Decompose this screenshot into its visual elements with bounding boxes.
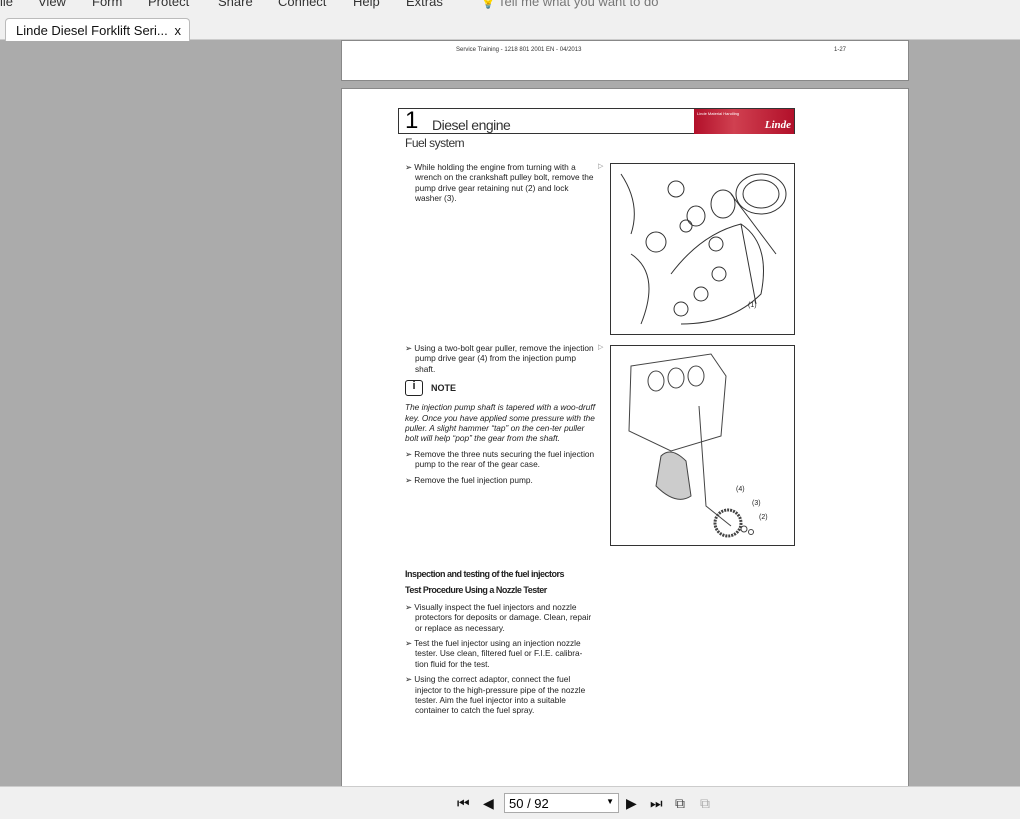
engine-figure-2: (4) (3) (2) — [610, 345, 795, 546]
step: ➢ Using a two-bolt gear puller, remove t… — [405, 343, 594, 374]
menu-file[interactable]: File — [0, 0, 13, 9]
figure-callout: (1) — [748, 302, 757, 309]
close-tab-icon[interactable]: x — [175, 23, 182, 38]
previous-page: Service Training - 1218 801 2001 EN - 04… — [341, 40, 909, 81]
lightbulb-icon: 💡 — [480, 0, 497, 9]
page-number: 1-27 — [833, 47, 846, 53]
menu-help[interactable]: Help — [353, 0, 380, 9]
menu-share[interactable]: Share — [218, 0, 253, 9]
arrow-icon: ▷ — [598, 344, 604, 351]
logo-text: Linde — [764, 119, 791, 131]
next-page-icon[interactable]: ▶ — [626, 795, 637, 812]
linde-logo: Linde Material Handling Linde — [694, 109, 794, 134]
chapter-number: 1 — [405, 107, 419, 134]
previous-view-icon[interactable]: ⧉ — [675, 795, 685, 812]
arrow-icon: ▷ — [598, 163, 604, 170]
tab-bar: Linde Diesel Forklift Seri... x — [0, 15, 1020, 41]
first-page-icon[interactable]: ⏮ — [457, 795, 470, 812]
figure-callout: (3) — [752, 500, 761, 507]
page-navigation-bar: ⏮ ◀ 50 / 92 ▼ ▶ ⏭ ⧉ ⧉ — [0, 786, 1020, 819]
menu-view[interactable]: View — [38, 0, 66, 9]
step: ➢ Remove the fuel injection pump. — [405, 474, 533, 485]
chevron-down-icon[interactable]: ▼ — [606, 797, 614, 806]
menu-bar: File View Form Protect Share Connect Hel… — [0, 0, 1020, 15]
page-footer-text: Service Training - 1218 801 2001 EN - 04… — [456, 47, 582, 53]
figure-callout: (4) — [736, 486, 745, 493]
tab-title: Linde Diesel Forklift Seri... — [16, 23, 168, 38]
document-tab[interactable]: Linde Diesel Forklift Seri... x — [5, 18, 190, 41]
engine-figure-1: (1) — [610, 163, 795, 335]
step: ➢ While holding the engine from turning … — [405, 162, 594, 204]
figure-callout: (2) — [759, 514, 768, 521]
page-selector[interactable]: 50 / 92 ▼ — [504, 793, 619, 813]
menu-protect[interactable]: Protect — [148, 0, 189, 9]
inspection-section: Inspection and testing of the fuel injec… — [405, 569, 595, 721]
step: ➢ Using the correct adaptor, connect the… — [405, 674, 586, 716]
step-block-2: ➢ Using a two-bolt gear puller, remove t… — [405, 343, 595, 490]
step: ➢ Visually inspect the fuel injectors an… — [405, 601, 592, 633]
last-page-icon[interactable]: ⏭ — [650, 795, 663, 812]
subsection-heading: Test Procedure Using a Nozzle Tester — [405, 585, 547, 596]
chapter-title: Diesel engine — [432, 117, 511, 133]
section-title: Fuel system — [405, 136, 465, 150]
info-icon: i — [405, 380, 423, 397]
current-page: 1 Diesel engine Linde Material Handling … — [341, 88, 909, 788]
note-heading: i NOTE — [405, 380, 595, 397]
note-text: The injection pump shaft is tapered with… — [405, 402, 596, 444]
engine-drawing — [620, 173, 787, 325]
step: ➢ Remove the three nuts securing the fue… — [405, 448, 595, 470]
menu-connect[interactable]: Connect — [278, 0, 326, 9]
menu-form[interactable]: Form — [92, 0, 122, 9]
chapter-header: 1 Diesel engine Linde Material Handling … — [398, 107, 795, 134]
page-indicator: 50 / 92 — [509, 796, 549, 811]
step: ➢ Test the fuel injector using an inject… — [405, 638, 583, 669]
step-block-1: ➢ While holding the engine from turning … — [405, 162, 595, 209]
next-view-icon[interactable]: ⧉ — [700, 795, 710, 812]
menu-extras[interactable]: Extras — [406, 0, 443, 9]
previous-page-icon[interactable]: ◀ — [483, 795, 494, 812]
tell-me-input[interactable]: Tell me what you want to do — [498, 0, 658, 9]
logo-tagline: Linde Material Handling — [697, 111, 740, 116]
section-heading: Inspection and testing of the fuel injec… — [405, 569, 565, 579]
